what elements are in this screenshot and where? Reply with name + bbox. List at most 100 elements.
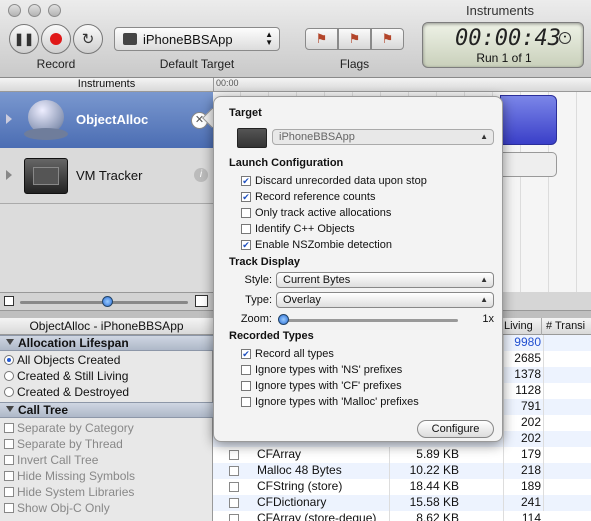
- configure-button[interactable]: Configure: [417, 420, 494, 438]
- style-select-value: Current Bytes: [283, 274, 351, 286]
- cell-bytes: 18.44 KB: [389, 479, 463, 495]
- type-select-value: Overlay: [283, 294, 321, 306]
- cb-record-all[interactable]: ✔ Record all types: [241, 346, 334, 361]
- row-checkbox[interactable]: [229, 450, 239, 460]
- cb-active-allocations[interactable]: Only track active allocations: [241, 205, 391, 220]
- cb-ignore-malloc[interactable]: Ignore types with 'Malloc' prefixes: [241, 394, 419, 409]
- cb-ignore-cf[interactable]: Ignore types with 'CF' prefixes: [241, 378, 402, 393]
- table-row[interactable]: CFDictionary 15.58 KB 241: [213, 495, 591, 511]
- col-living[interactable]: Living: [499, 318, 533, 335]
- zoom-slider-thumb[interactable]: [278, 314, 289, 325]
- cb-separate-thread[interactable]: Separate by Thread: [4, 436, 123, 452]
- style-select[interactable]: Current Bytes ▲: [276, 272, 494, 288]
- instrument-row-objectalloc[interactable]: ObjectAlloc: [0, 92, 213, 148]
- large-track-icon[interactable]: [195, 295, 208, 307]
- target-popup[interactable]: iPhoneBBSApp ▲ ▼: [114, 27, 280, 51]
- instrument-name: VM Tracker: [76, 168, 143, 183]
- disclosure-triangle-icon[interactable]: [6, 170, 12, 180]
- next-flag-button[interactable]: ⚑: [371, 28, 404, 50]
- zoom-label: Zoom:: [240, 313, 272, 325]
- target-select[interactable]: iPhoneBBSApp ▲: [272, 129, 494, 145]
- restart-button[interactable]: ↻: [73, 24, 103, 54]
- zoom-slider-thumb[interactable]: [102, 296, 113, 307]
- cell-living: 1378: [503, 367, 541, 383]
- checkbox-icon: [4, 423, 14, 433]
- radio-destroyed[interactable]: Created & Destroyed: [4, 384, 129, 400]
- cb-invert-call-tree[interactable]: Invert Call Tree: [4, 452, 98, 468]
- option-label: Hide Missing Symbols: [17, 469, 136, 483]
- info-icon[interactable]: i: [194, 168, 208, 182]
- timeline-ruler[interactable]: 00:00: [213, 78, 591, 92]
- allocation-lifespan-header[interactable]: Allocation Lifespan: [0, 335, 213, 351]
- record-button[interactable]: [41, 24, 71, 54]
- radio-still-living[interactable]: Created & Still Living: [4, 368, 128, 384]
- vmtracker-track-graph: [500, 152, 557, 177]
- target-select-value: iPhoneBBSApp: [279, 131, 355, 143]
- instrument-row-vm-tracker[interactable]: VM Tracker i: [0, 148, 213, 204]
- minimize-window-button[interactable]: [28, 4, 41, 17]
- checkbox-checked-icon: ✔: [241, 348, 251, 359]
- cb-hide-system[interactable]: Hide System Libraries: [4, 484, 134, 500]
- instrument-config-popover: Target iPhoneBBSApp ▲ Launch Configurati…: [213, 96, 503, 442]
- option-label: Show Obj-C Only: [17, 501, 110, 515]
- radio-selected-icon: [4, 355, 14, 365]
- zoom-slider-track[interactable]: [280, 319, 458, 322]
- option-label: Created & Destroyed: [17, 385, 130, 399]
- table-row[interactable]: CFArray (store-deque) 8.62 KB 114: [213, 511, 591, 521]
- cb-ignore-ns[interactable]: Ignore types with 'NS' prefixes: [241, 362, 402, 377]
- row-checkbox[interactable]: [229, 498, 239, 508]
- cb-record-ref-counts[interactable]: ✔ Record reference counts: [241, 189, 375, 204]
- updown-icon: ▲: [480, 295, 488, 304]
- type-select[interactable]: Overlay ▲: [276, 292, 494, 308]
- clock-icon[interactable]: •: [559, 32, 571, 44]
- cell-living: 202: [503, 431, 541, 447]
- cell-living: 2685: [503, 351, 541, 367]
- updown-icon: ▲: [480, 275, 488, 284]
- radio-icon: [4, 371, 14, 381]
- checkbox-icon: [241, 223, 251, 234]
- add-flag-button[interactable]: ⚑: [338, 28, 371, 50]
- previous-flag-button[interactable]: ⚑: [305, 28, 338, 50]
- row-checkbox[interactable]: [229, 466, 239, 476]
- pause-button[interactable]: ❚❚: [9, 24, 39, 54]
- cell-bytes: 5.89 KB: [389, 447, 463, 463]
- disclosure-triangle-icon[interactable]: [6, 114, 12, 124]
- small-track-icon[interactable]: [4, 296, 14, 306]
- disclosure-open-icon: [6, 339, 14, 345]
- zoom-value: 1x: [482, 313, 494, 325]
- call-tree-header[interactable]: Call Tree: [0, 402, 213, 418]
- cb-separate-category[interactable]: Separate by Category: [4, 420, 134, 436]
- option-label: Created & Still Living: [17, 369, 129, 383]
- table-row[interactable]: CFArray 5.89 KB 179: [213, 447, 591, 463]
- cb-nszombie[interactable]: ✔ Enable NSZombie detection: [241, 237, 392, 252]
- instrument-name: ObjectAlloc: [76, 112, 149, 127]
- option-label: Ignore types with 'NS' prefixes: [255, 363, 403, 376]
- col-transient[interactable]: # Transi: [541, 318, 585, 335]
- row-checkbox[interactable]: [229, 482, 239, 492]
- table-row[interactable]: CFString (store) 18.44 KB 189: [213, 479, 591, 495]
- objectalloc-icon: [24, 98, 68, 142]
- flag-next-icon: ⚑: [381, 31, 394, 46]
- option-label: Enable NSZombie detection: [255, 238, 392, 251]
- radio-all-objects[interactable]: All Objects Created: [4, 352, 120, 368]
- timer-readout: 00:00:43: [455, 26, 561, 51]
- checkbox-icon: [241, 207, 251, 218]
- app-icon: [123, 33, 137, 45]
- cb-discard-unrecorded[interactable]: ✔ Discard unrecorded data upon stop: [241, 173, 427, 188]
- option-label: Record reference counts: [255, 190, 376, 203]
- cb-hide-missing[interactable]: Hide Missing Symbols: [4, 468, 135, 484]
- close-window-button[interactable]: [8, 4, 21, 17]
- row-checkbox[interactable]: [229, 514, 239, 521]
- cb-identify-cpp[interactable]: Identify C++ Objects: [241, 221, 355, 236]
- option-label: Separate by Category: [17, 421, 134, 435]
- vm-tracker-icon: [24, 158, 68, 194]
- cell-living: 9980: [503, 335, 541, 351]
- table-row[interactable]: Malloc 48 Bytes 10.22 KB 218: [213, 463, 591, 479]
- record-label: Record: [36, 57, 76, 71]
- option-label: Invert Call Tree: [17, 453, 99, 467]
- cb-show-objc[interactable]: Show Obj-C Only: [4, 500, 110, 516]
- cell-bytes: 15.58 KB: [389, 495, 463, 511]
- launch-heading: Launch Configuration: [229, 157, 344, 169]
- zoom-window-button[interactable]: [48, 4, 61, 17]
- instrument-list-empty: [0, 204, 213, 292]
